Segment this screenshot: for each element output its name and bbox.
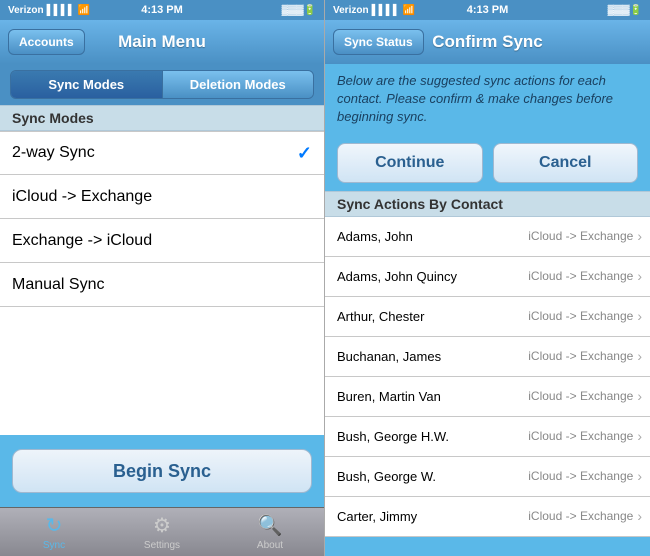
left-segment-tabs: Sync Modes Deletion Modes bbox=[10, 70, 314, 99]
contact-name: Buren, Martin Van bbox=[337, 389, 528, 404]
contact-row[interactable]: Bush, George W. iCloud -> Exchange › bbox=[325, 457, 650, 497]
right-wifi-icon: 📶 bbox=[403, 5, 415, 16]
contact-action: iCloud -> Exchange bbox=[528, 429, 633, 443]
left-wifi-icon: 📶 bbox=[78, 5, 90, 16]
action-buttons: Continue Cancel bbox=[325, 135, 650, 191]
contact-name: Bush, George H.W. bbox=[337, 429, 528, 444]
gear-icon: ⚙ bbox=[153, 513, 171, 538]
info-text: Below are the suggested sync actions for… bbox=[325, 64, 650, 135]
contact-row[interactable]: Carter, Jimmy iCloud -> Exchange › bbox=[325, 497, 650, 537]
sync-status-button[interactable]: Sync Status bbox=[333, 29, 424, 55]
contact-row[interactable]: Arthur, Chester iCloud -> Exchange › bbox=[325, 297, 650, 337]
row-label: iCloud -> Exchange bbox=[12, 188, 312, 206]
checkmark-icon: ✓ bbox=[297, 143, 312, 164]
row-label: 2-way Sync bbox=[12, 144, 297, 162]
chevron-icon: › bbox=[637, 468, 642, 484]
settings-tab-label: Settings bbox=[144, 540, 180, 551]
begin-sync-button[interactable]: Begin Sync bbox=[12, 449, 312, 493]
right-status-left: Verizon ▌▌▌▌ 📶 bbox=[333, 5, 415, 16]
tab-about[interactable]: 🔍 About bbox=[216, 513, 324, 551]
row-label: Manual Sync bbox=[12, 276, 312, 294]
right-signal-icon: ▌▌▌▌ bbox=[372, 5, 400, 16]
left-carrier: Verizon bbox=[8, 5, 44, 16]
left-section-header: Sync Modes bbox=[0, 105, 324, 131]
chevron-icon: › bbox=[637, 508, 642, 524]
left-table-view: 2-way Sync ✓ iCloud -> Exchange Exchange… bbox=[0, 131, 324, 435]
tab-sync-modes[interactable]: Sync Modes bbox=[11, 71, 162, 98]
contact-action: iCloud -> Exchange bbox=[528, 469, 633, 483]
left-nav-title: Main Menu bbox=[118, 32, 206, 52]
left-phone: Verizon ▌▌▌▌ 📶 4:13 PM ▓▓▓🔋 Accounts Mai… bbox=[0, 0, 325, 556]
continue-button[interactable]: Continue bbox=[337, 143, 483, 183]
chevron-icon: › bbox=[637, 388, 642, 404]
contact-action: iCloud -> Exchange bbox=[528, 309, 633, 323]
table-row[interactable]: Exchange -> iCloud bbox=[0, 219, 324, 263]
left-battery-icon: ▓▓▓🔋 bbox=[282, 5, 316, 16]
right-nav-bar: Sync Status Confirm Sync bbox=[325, 20, 650, 64]
contact-action: iCloud -> Exchange bbox=[528, 349, 633, 363]
right-status-bar: Verizon ▌▌▌▌ 📶 4:13 PM ▓▓▓🔋 bbox=[325, 0, 650, 20]
about-tab-label: About bbox=[257, 540, 283, 551]
contact-section-header: Sync Actions By Contact bbox=[325, 191, 650, 217]
chevron-icon: › bbox=[637, 228, 642, 244]
contact-action: iCloud -> Exchange bbox=[528, 269, 633, 283]
chevron-icon: › bbox=[637, 308, 642, 324]
sync-tab-label: Sync bbox=[43, 540, 65, 551]
contact-list: Adams, John iCloud -> Exchange › Adams, … bbox=[325, 217, 650, 556]
sync-icon: ↻ bbox=[46, 513, 63, 538]
right-battery-icon: ▓▓▓🔋 bbox=[608, 5, 642, 16]
contact-name: Adams, John Quincy bbox=[337, 269, 528, 284]
contact-row[interactable]: Adams, John Quincy iCloud -> Exchange › bbox=[325, 257, 650, 297]
chevron-icon: › bbox=[637, 428, 642, 444]
left-status-left: Verizon ▌▌▌▌ 📶 bbox=[8, 5, 90, 16]
chevron-icon: › bbox=[637, 348, 642, 364]
right-time: 4:13 PM bbox=[467, 4, 509, 16]
contact-name: Carter, Jimmy bbox=[337, 509, 528, 524]
contact-action: iCloud -> Exchange bbox=[528, 389, 633, 403]
left-time: 4:13 PM bbox=[141, 4, 183, 16]
contact-action: iCloud -> Exchange bbox=[528, 229, 633, 243]
left-accounts-button[interactable]: Accounts bbox=[8, 29, 85, 55]
table-row[interactable]: Manual Sync bbox=[0, 263, 324, 307]
contact-row[interactable]: Bush, George H.W. iCloud -> Exchange › bbox=[325, 417, 650, 457]
tab-deletion-modes[interactable]: Deletion Modes bbox=[163, 71, 314, 98]
search-icon: 🔍 bbox=[258, 513, 283, 538]
left-status-right: ▓▓▓🔋 bbox=[282, 5, 316, 16]
contact-name: Bush, George W. bbox=[337, 469, 528, 484]
cancel-button[interactable]: Cancel bbox=[493, 143, 639, 183]
contact-row[interactable]: Buchanan, James iCloud -> Exchange › bbox=[325, 337, 650, 377]
begin-sync-area: Begin Sync bbox=[0, 435, 324, 507]
left-signal-icon: ▌▌▌▌ bbox=[47, 5, 75, 16]
table-row[interactable]: 2-way Sync ✓ bbox=[0, 131, 324, 175]
chevron-icon: › bbox=[637, 268, 642, 284]
left-segment-control: Sync Modes Deletion Modes bbox=[0, 64, 324, 105]
row-label: Exchange -> iCloud bbox=[12, 232, 312, 250]
left-status-bar: Verizon ▌▌▌▌ 📶 4:13 PM ▓▓▓🔋 bbox=[0, 0, 324, 20]
left-tab-bar: ↻ Sync ⚙ Settings 🔍 About bbox=[0, 507, 324, 556]
contact-row[interactable]: Buren, Martin Van iCloud -> Exchange › bbox=[325, 377, 650, 417]
right-status-right: ▓▓▓🔋 bbox=[608, 5, 642, 16]
contact-action: iCloud -> Exchange bbox=[528, 509, 633, 523]
right-nav-title: Confirm Sync bbox=[432, 32, 543, 52]
right-phone: Verizon ▌▌▌▌ 📶 4:13 PM ▓▓▓🔋 Sync Status … bbox=[325, 0, 650, 556]
table-row[interactable]: iCloud -> Exchange bbox=[0, 175, 324, 219]
tab-settings[interactable]: ⚙ Settings bbox=[108, 513, 216, 551]
left-nav-bar: Accounts Main Menu bbox=[0, 20, 324, 64]
contact-name: Arthur, Chester bbox=[337, 309, 528, 324]
contact-name: Buchanan, James bbox=[337, 349, 528, 364]
right-carrier: Verizon bbox=[333, 5, 369, 16]
tab-sync[interactable]: ↻ Sync bbox=[0, 513, 108, 551]
contact-name: Adams, John bbox=[337, 229, 528, 244]
contact-row[interactable]: Adams, John iCloud -> Exchange › bbox=[325, 217, 650, 257]
